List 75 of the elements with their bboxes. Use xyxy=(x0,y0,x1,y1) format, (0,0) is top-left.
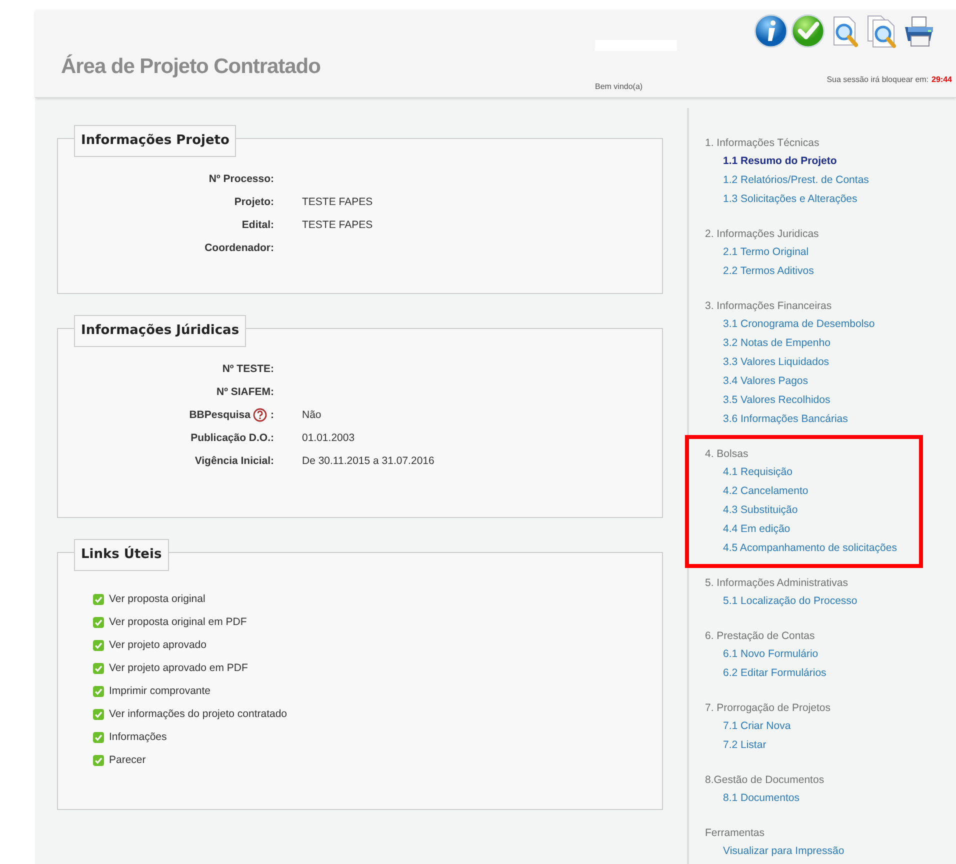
menu-link[interactable]: 3.4 Valores Pagos xyxy=(705,372,956,391)
menu-link[interactable]: 4.2 Cancelamento xyxy=(705,482,919,501)
field-label: : xyxy=(270,408,274,423)
check-icon[interactable] xyxy=(791,14,825,48)
menu-heading: 6. Prestação de Contas xyxy=(705,629,816,644)
menu-link[interactable]: 7.1 Criar Nova xyxy=(705,717,956,736)
check-icon xyxy=(93,686,104,696)
menu-heading: 4. Bolsas xyxy=(705,447,750,462)
check-icon xyxy=(93,594,104,604)
link[interactable]: Ver proposta original em PDF xyxy=(109,614,247,630)
link[interactable]: Informações xyxy=(109,729,167,745)
link[interactable]: Ver projeto aprovado xyxy=(109,637,206,653)
session-text: Sua sessão irá bloquear em: xyxy=(826,74,929,86)
field-label: Publicação D.O.: xyxy=(190,431,274,446)
menu-link[interactable]: 6.2 Editar Formulários xyxy=(705,664,956,683)
menu-heading: 7. Prorrogação de Projetos xyxy=(705,701,832,716)
menu-link[interactable]: 3.5 Valores Recolhidos xyxy=(705,391,956,410)
menu-link[interactable]: Visualizar para Impressão xyxy=(705,842,956,861)
section-title: Informações Projeto xyxy=(74,125,236,156)
menu-link[interactable]: 4.3 Substituição xyxy=(705,501,919,520)
menu-link[interactable]: 3.1 Cronograma de Desembolso xyxy=(705,315,956,334)
check-icon xyxy=(93,708,104,720)
menu-link[interactable]: 1.2 Relatórios/Prest. de Contas xyxy=(705,171,956,190)
menu-link[interactable]: 8.1 Documentos xyxy=(705,789,956,808)
check-icon xyxy=(93,616,104,628)
field-label: Nº TESTE: xyxy=(221,362,274,377)
menu-heading: 5. Informações Administrativas xyxy=(705,576,849,591)
check-icon xyxy=(93,732,104,742)
field-value: Não xyxy=(302,408,322,423)
menu-link[interactable]: 5.1 Localização do Processo xyxy=(705,592,956,611)
menu-heading: 2. Informações Juridicas xyxy=(705,227,820,242)
link[interactable]: Ver projeto aprovado em PDF xyxy=(109,660,248,676)
link[interactable]: Imprimir comprovante xyxy=(109,683,211,699)
page-title: Área de Projeto Contratado xyxy=(61,56,322,77)
field-label: Edital: xyxy=(240,218,274,233)
field-label: Nº Processo: xyxy=(208,172,274,187)
link[interactable]: Ver informações do projeto contratado xyxy=(109,706,288,722)
menu-link[interactable]: 7.2 Listar xyxy=(705,736,956,755)
menu-link[interactable]: 4.4 Em edição xyxy=(705,520,919,539)
link[interactable]: Ver proposta original xyxy=(109,591,206,607)
info-icon[interactable] xyxy=(754,14,788,48)
welcome-text: Bem vindo(a) xyxy=(595,81,643,93)
check-icon xyxy=(93,662,104,674)
field-label: Vigência Inicial: xyxy=(194,454,274,469)
menu-heading: 3. Informações Financeiras xyxy=(705,299,833,314)
menu-link[interactable]: 1.1 Resumo do Projeto xyxy=(705,152,956,171)
field-value: TESTE FAPES xyxy=(302,218,374,233)
menu-link[interactable]: 6.1 Novo Formulário xyxy=(705,645,956,664)
field-label: Coordenador: xyxy=(204,241,274,256)
help-icon[interactable] xyxy=(252,408,266,422)
menu-link[interactable]: 3.2 Notas de Empenho xyxy=(705,334,956,353)
menu-heading: 8.Gestão de Documentos xyxy=(705,773,826,788)
session-timer: 29:44 xyxy=(932,74,952,86)
field-value: De 30.11.2015 a 31.07.2016 xyxy=(302,454,436,469)
menu-link[interactable]: 2.1 Termo Original xyxy=(705,243,956,262)
menu-link[interactable]: 4.5 Acompanhamento de solicitações xyxy=(705,539,919,558)
check-icon xyxy=(93,640,104,650)
printer-icon[interactable] xyxy=(902,14,936,48)
field-label: Nº SIAFEM: xyxy=(216,385,274,400)
field-label: Projeto: xyxy=(233,195,274,210)
menu-link[interactable]: 3.6 Informações Bancárias xyxy=(705,410,956,429)
link[interactable]: Parecer xyxy=(109,752,146,768)
section-title: Links Úteis xyxy=(74,539,169,570)
field-value: TESTE FAPES xyxy=(302,195,374,210)
check-icon xyxy=(93,754,104,766)
menu-heading: 1. Informações Técnicas xyxy=(705,136,820,151)
documents-magnifier-icon[interactable] xyxy=(865,14,899,48)
section-title: Informações Júridicas xyxy=(74,315,246,346)
menu-link[interactable]: 1.3 Solicitações e Alterações xyxy=(705,190,956,209)
menu-link[interactable]: 2.2 Termos Aditivos xyxy=(705,262,956,281)
field-label: BBPesquisa xyxy=(189,408,250,423)
menu-link[interactable]: 4.1 Requisição xyxy=(705,463,919,482)
menu-link[interactable]: 3.3 Valores Liquidados xyxy=(705,353,956,372)
menu-heading: Ferramentas xyxy=(705,826,766,841)
field-value: 01.01.2003 xyxy=(302,431,356,446)
